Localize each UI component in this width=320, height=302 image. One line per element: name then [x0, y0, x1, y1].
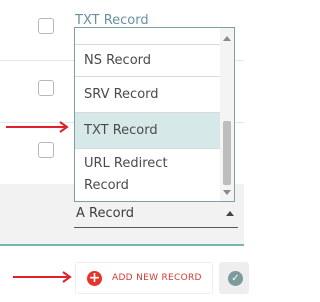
- confirm-button[interactable]: ✓: [219, 262, 249, 294]
- add-new-record-label: ADD NEW RECORD: [112, 273, 202, 283]
- dropdown-option-txt[interactable]: TXT Record: [75, 112, 221, 148]
- record-type-label: TXT Record: [75, 13, 149, 28]
- row-accent-line: [0, 244, 244, 246]
- dropdown-scrollbar[interactable]: [220, 28, 234, 201]
- annotation-arrow-icon: [13, 271, 72, 283]
- caret-up-icon[interactable]: [226, 211, 234, 216]
- add-new-record-button[interactable]: + ADD NEW RECORD: [75, 262, 213, 294]
- annotation-arrow-icon: [6, 121, 69, 133]
- scroll-down-icon[interactable]: [223, 190, 231, 195]
- check-circle-icon: ✓: [228, 271, 243, 286]
- select-underline: [74, 227, 238, 228]
- plus-circle-icon: +: [87, 270, 102, 286]
- record-type-dropdown-list[interactable]: NS Record SRV Record TXT Record URL Redi…: [74, 27, 235, 202]
- scroll-up-icon[interactable]: [223, 36, 231, 41]
- record-type-select-value[interactable]: A Record: [76, 206, 134, 221]
- scroll-thumb[interactable]: [223, 121, 231, 185]
- dropdown-option-ns[interactable]: NS Record: [75, 44, 221, 76]
- dropdown-option-srv[interactable]: SRV Record: [75, 76, 221, 112]
- row-checkbox[interactable]: [38, 80, 54, 96]
- row-checkbox[interactable]: [38, 142, 54, 158]
- row-checkbox[interactable]: [38, 18, 54, 34]
- dropdown-option-url-redirect[interactable]: URL Redirect Record: [75, 148, 221, 201]
